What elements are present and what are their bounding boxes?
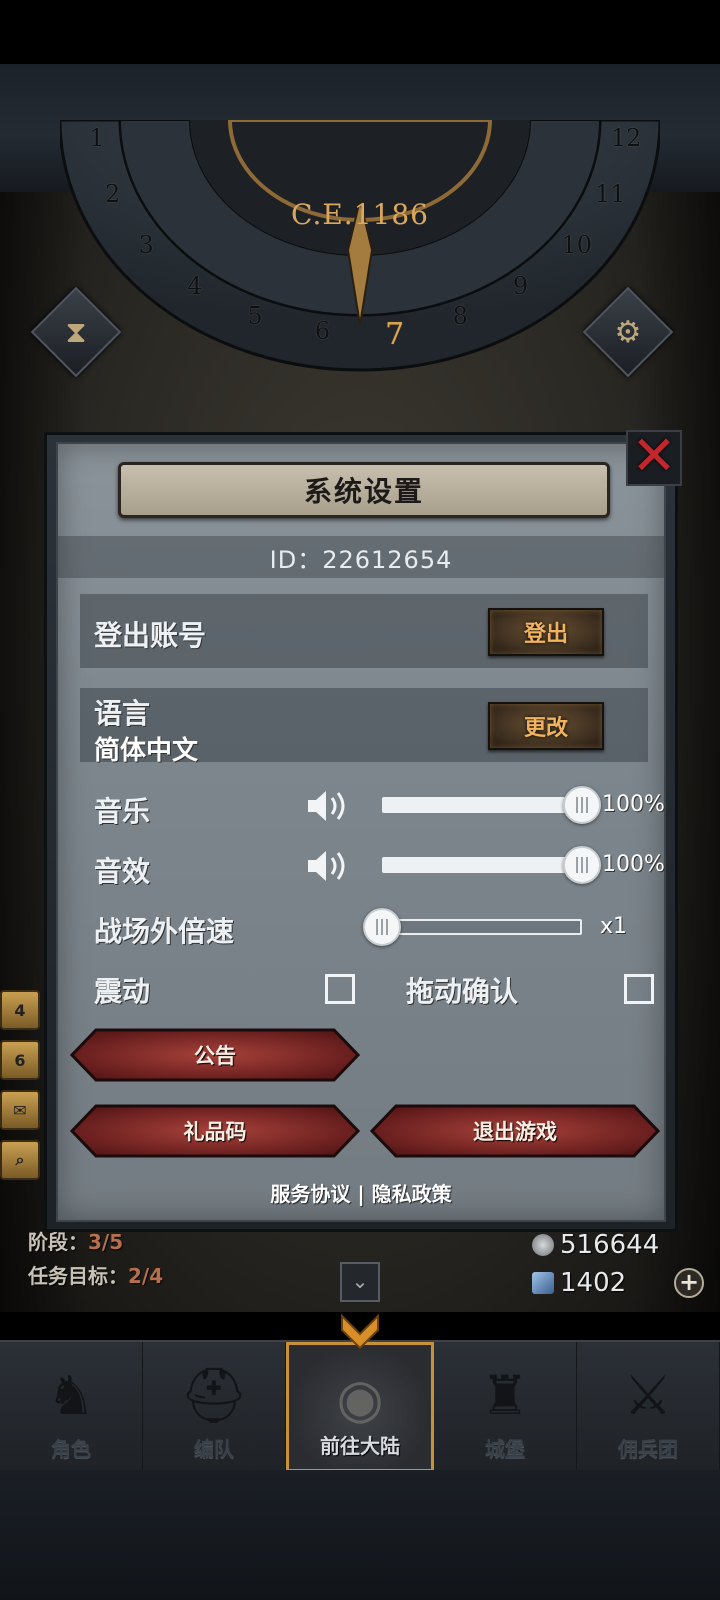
language-label: 语言 [94, 697, 151, 730]
silver-resource: 516644 [532, 1230, 659, 1260]
dialog-title-plate: 系统设置 [118, 462, 610, 518]
nav-item-continent[interactable]: ◉ 前往大陆 [286, 1342, 434, 1472]
privacy-policy-link[interactable]: 隐私政策 [372, 1182, 452, 1206]
expand-chevron-icon[interactable]: ⌄ [340, 1262, 380, 1302]
service-agreement-link[interactable]: 服务协议 [270, 1182, 350, 1206]
notice-button[interactable]: 公告 [70, 1028, 360, 1082]
sfx-speaker-icon[interactable] [306, 846, 352, 886]
vibration-label: 震动 [94, 975, 151, 1008]
bottom-black-band [0, 1470, 720, 1600]
month-10: 10 [561, 230, 593, 259]
link-separator: | [357, 1182, 365, 1206]
month-8: 8 [452, 301, 468, 330]
nav-label: 前往大陆 [320, 1434, 400, 1458]
language-value: 简体中文 [94, 736, 199, 766]
sfx-value: 100% [602, 852, 665, 877]
crystal-icon [532, 1272, 554, 1294]
nav-item-mercenary[interactable]: ⚔ 佣兵团 [577, 1342, 720, 1472]
speed-slider-knob[interactable] [363, 908, 401, 946]
quest-value: 2/4 [128, 1264, 164, 1288]
nav-label: 佣兵团 [618, 1437, 678, 1461]
map-scroll-icon[interactable]: ✉ [0, 1090, 40, 1130]
logout-label: 登出账号 [94, 619, 207, 652]
stage-label: 阶段 [28, 1230, 68, 1254]
drag-confirm-label: 拖动确认 [406, 975, 519, 1008]
speed-label: 战场外倍速 [94, 915, 235, 948]
silver-coin-icon [532, 1234, 554, 1256]
side-quest-icons: 4 6 ✉ ⌕ [0, 990, 42, 1190]
search-icon[interactable]: ⌕ [0, 1140, 40, 1180]
drag-confirm-checkbox[interactable] [624, 974, 654, 1004]
quest-label: 任务目标 [28, 1264, 108, 1288]
logout-button[interactable]: 登出 [488, 608, 604, 656]
top-black-band [0, 0, 720, 64]
logout-button-label: 登出 [523, 622, 568, 647]
quest-progress: 任务目标：2/4 [28, 1264, 164, 1288]
month-6: 6 [314, 317, 331, 346]
month-2: 2 [105, 180, 121, 209]
hourglass-icon: ⧗ [65, 314, 87, 350]
crystal-resource: 1402 [532, 1268, 626, 1298]
nav-item-formation[interactable]: ⛑ 编队 [143, 1342, 286, 1472]
month-4: 4 [187, 272, 203, 301]
sfx-slider-knob[interactable] [563, 846, 601, 884]
change-language-button-label: 更改 [523, 716, 568, 741]
month-3: 3 [138, 230, 154, 259]
active-nav-chevron-icon [341, 1313, 379, 1350]
swords-icon: ⚔ [623, 1364, 673, 1427]
exit-game-button[interactable]: 退出游戏 [370, 1104, 660, 1158]
month-5: 5 [247, 301, 263, 330]
music-slider-knob[interactable] [563, 786, 601, 824]
player-id-text: ID：22612654 [269, 545, 453, 574]
legal-links: 服务协议 | 隐私政策 [58, 1178, 664, 1207]
close-button[interactable]: ✕ [626, 424, 682, 487]
month-9: 9 [512, 272, 529, 301]
sfx-slider-track[interactable] [382, 857, 582, 873]
nav-label: 城堡 [485, 1437, 525, 1461]
nav-label: 角色 [51, 1437, 91, 1461]
vibration-checkbox[interactable] [325, 974, 355, 1004]
gift-code-button[interactable]: 礼品码 [70, 1104, 360, 1158]
nav-item-castle[interactable]: ♜ 城堡 [434, 1342, 577, 1472]
music-slider-track[interactable] [382, 797, 582, 813]
music-value: 100% [602, 792, 665, 817]
speed-value: x1 [600, 914, 628, 939]
nav-item-character[interactable]: ♞ 角色 [0, 1342, 143, 1472]
month-11: 11 [594, 180, 626, 209]
knight-icon: ♞ [46, 1364, 96, 1427]
speed-slider-track[interactable] [382, 919, 582, 935]
gift-code-button-label: 礼品码 [183, 1120, 247, 1144]
change-language-button[interactable]: 更改 [488, 702, 604, 750]
month-7: 7 [385, 317, 405, 353]
music-label: 音乐 [94, 795, 151, 828]
music-speaker-icon[interactable] [306, 786, 352, 826]
month-12: 12 [610, 124, 642, 153]
crystal-amount: 1402 [560, 1268, 627, 1298]
player-id-bar: ID：22612654 [58, 536, 664, 578]
exit-game-button-label: 退出游戏 [473, 1120, 557, 1144]
notice-button-label: 公告 [194, 1044, 236, 1068]
side-badge-1[interactable]: 4 [0, 990, 40, 1030]
add-crystal-button[interactable]: + [674, 1268, 704, 1298]
nav-label: 编队 [194, 1437, 234, 1461]
dialog-title: 系统设置 [303, 475, 424, 508]
side-badge-2[interactable]: 6 [0, 1040, 40, 1080]
sfx-label: 音效 [94, 855, 151, 888]
helmet-icon: ⛑ [179, 1364, 249, 1427]
gear-icon: ⚙ [614, 314, 642, 350]
close-icon: ✕ [631, 424, 677, 487]
silver-amount: 516644 [560, 1230, 660, 1260]
month-1: 1 [89, 124, 105, 153]
stage-value: 3/5 [88, 1230, 124, 1254]
castle-icon: ♜ [480, 1364, 530, 1427]
globe-icon: ◉ [336, 1367, 384, 1430]
